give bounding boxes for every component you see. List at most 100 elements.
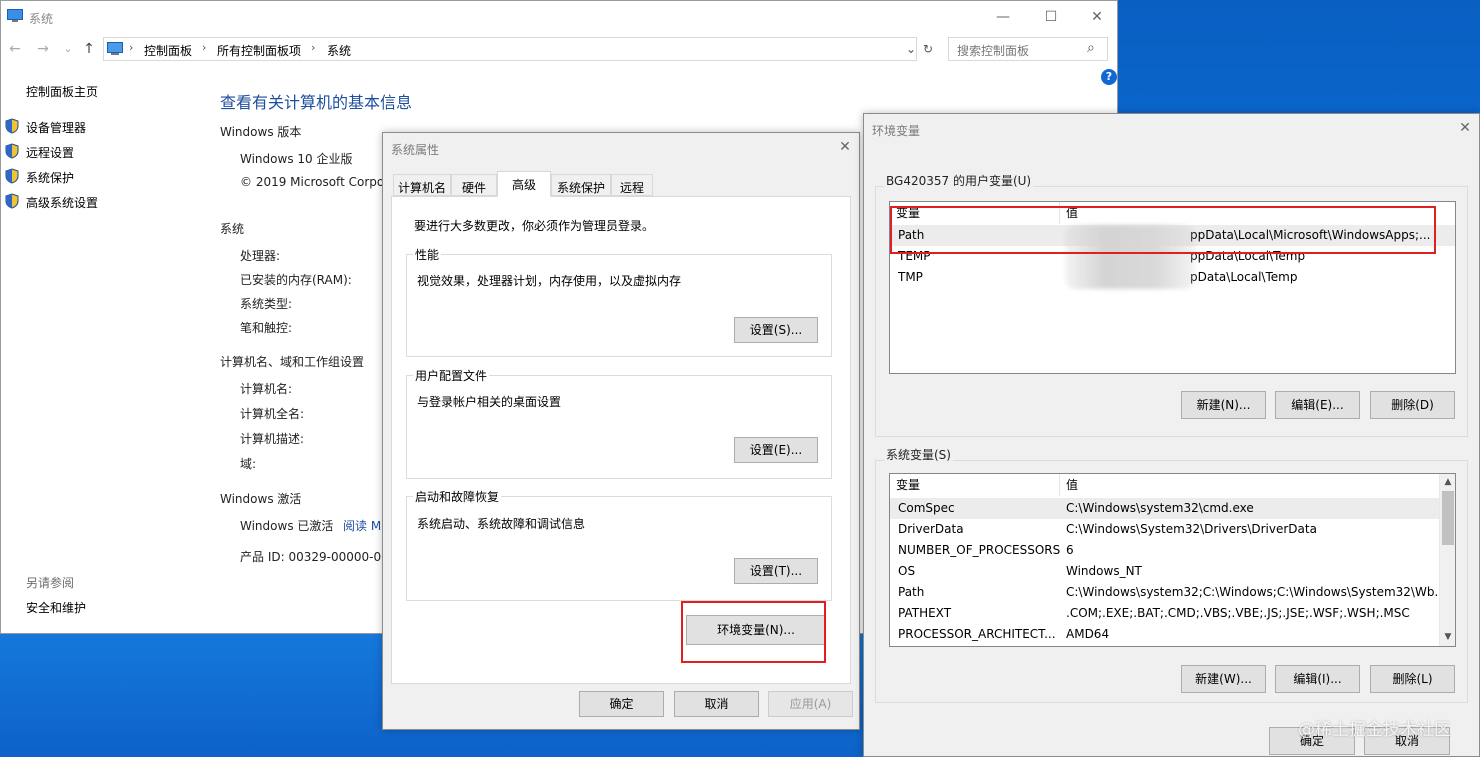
breadcrumb-separator: › xyxy=(202,41,207,54)
startup-recovery-group: 启动和故障恢复 系统启动、系统故障和调试信息 设置(T)... xyxy=(406,488,832,601)
tab-advanced[interactable]: 高级 xyxy=(497,171,551,197)
variable-name: ComSpec xyxy=(898,501,955,515)
tab-remote[interactable]: 远程 xyxy=(611,174,653,196)
breadcrumb-separator: › xyxy=(129,41,134,54)
system-edit-button[interactable]: 编辑(I)... xyxy=(1275,665,1360,693)
full-name-label: 计算机全名: xyxy=(240,407,305,421)
up-button[interactable]: ↑ xyxy=(80,39,98,59)
security-maintenance-link[interactable]: 安全和维护 xyxy=(26,599,86,616)
system-variables-title: 系统变量(S) xyxy=(884,446,953,463)
shield-icon xyxy=(5,168,19,184)
table-row[interactable]: PATHEXT .COM;.EXE;.BAT;.CMD;.VBS;.VBE;.J… xyxy=(890,603,1439,624)
pen-touch-label: 笔和触控: xyxy=(240,321,293,335)
scroll-thumb[interactable] xyxy=(1442,491,1454,545)
close-button[interactable]: ✕ xyxy=(834,137,856,157)
system-heading: 系统 xyxy=(220,222,245,236)
performance-group: 性能 视觉效果，处理器计划，内存使用，以及虚拟内存 设置(S)... xyxy=(406,246,832,357)
close-button[interactable]: ✕ xyxy=(1086,7,1108,27)
user-delete-button[interactable]: 删除(D) xyxy=(1370,391,1455,419)
sidebar-item-advanced-settings[interactable]: 高级系统设置 xyxy=(26,194,98,211)
variable-name: Path xyxy=(898,585,925,599)
variable-value: pData\Local\Temp xyxy=(1190,270,1298,284)
sidebar-item-system-protection[interactable]: 系统保护 xyxy=(26,169,74,186)
profile-settings-button[interactable]: 设置(E)... xyxy=(734,437,818,463)
search-icon: ⌕ xyxy=(1087,40,1095,56)
forward-button[interactable]: → xyxy=(34,39,52,59)
variable-value: C:\Windows\system32\cmd.exe xyxy=(1066,501,1254,515)
system-type-label: 系统类型: xyxy=(240,297,293,311)
environment-variables-dialog: 环境变量 ✕ BG420357 的用户变量(U) 变量 值 Path ppDat… xyxy=(863,113,1480,757)
table-row[interactable]: NUMBER_OF_PROCESSORS 6 xyxy=(890,540,1439,561)
highlight-box xyxy=(681,601,826,663)
sidebar-item-device-manager[interactable]: 设备管理器 xyxy=(26,119,86,136)
ok-button[interactable]: 确定 xyxy=(579,691,664,717)
breadcrumb-all-items[interactable]: 所有控制面板项 xyxy=(217,42,301,59)
variable-value: Windows_NT xyxy=(1066,564,1142,578)
minimize-button[interactable]: — xyxy=(992,7,1014,27)
dialog-title: 系统属性 xyxy=(391,143,440,157)
highlight-box xyxy=(890,206,1436,254)
system-new-button[interactable]: 新建(W)... xyxy=(1181,665,1266,693)
user-edit-button[interactable]: 编辑(E)... xyxy=(1275,391,1360,419)
search-placeholder: 搜索控制面板 xyxy=(957,44,1030,58)
apply-button[interactable]: 应用(A) xyxy=(768,691,853,717)
variable-name: DriverData xyxy=(898,522,964,536)
column-header-variable[interactable]: 变量 xyxy=(890,474,1060,496)
activation-heading: Windows 激活 xyxy=(220,492,302,506)
user-new-button[interactable]: 新建(N)... xyxy=(1181,391,1266,419)
sidebar-item-remote-settings[interactable]: 远程设置 xyxy=(26,144,74,161)
breadcrumb-system[interactable]: 系统 xyxy=(327,42,351,59)
address-bar[interactable]: › 控制面板 › 所有控制面板项 › 系统 ⌄ xyxy=(103,37,917,61)
copyright-text: © 2019 Microsoft Corpo xyxy=(240,175,385,189)
breadcrumb-separator: › xyxy=(311,41,316,54)
sidebar-home-link[interactable]: 控制面板主页 xyxy=(26,83,98,100)
column-header-value[interactable]: 值 xyxy=(1060,474,1439,496)
user-profiles-group: 用户配置文件 与登录帐户相关的桌面设置 设置(E)... xyxy=(406,367,832,479)
group-title: 用户配置文件 xyxy=(413,367,490,384)
help-icon[interactable]: ? xyxy=(1101,69,1117,85)
search-input[interactable]: 搜索控制面板 ⌕ xyxy=(948,37,1108,61)
table-row[interactable]: OS Windows_NT xyxy=(890,561,1439,582)
close-button[interactable]: ✕ xyxy=(1454,118,1476,138)
watermark-text: @稀土掘金技术社区 xyxy=(1298,720,1451,740)
group-description: 与登录帐户相关的桌面设置 xyxy=(417,395,562,409)
back-button[interactable]: ← xyxy=(6,39,24,59)
startup-settings-button[interactable]: 设置(T)... xyxy=(734,558,818,584)
table-row[interactable]: Path C:\Windows\system32;C:\Windows;C:\W… xyxy=(890,582,1439,603)
shield-icon xyxy=(5,143,19,159)
tab-system-protection[interactable]: 系统保护 xyxy=(551,174,611,196)
variable-value: AMD64 xyxy=(1066,627,1110,641)
variable-name: OS xyxy=(898,564,916,578)
vertical-scrollbar[interactable]: ▲ ▼ xyxy=(1439,474,1455,646)
variable-value: .COM;.EXE;.BAT;.CMD;.VBS;.VBE;.JS;.JSE;.… xyxy=(1066,606,1410,620)
license-link[interactable]: 阅读 M xyxy=(343,517,381,534)
tab-hardware[interactable]: 硬件 xyxy=(451,174,497,196)
scroll-down-arrow[interactable]: ▼ xyxy=(1440,629,1455,645)
ram-label: 已安装的内存(RAM): xyxy=(240,273,352,287)
admin-note: 要进行大多数更改，你必须作为管理员登录。 xyxy=(414,219,655,233)
performance-settings-button[interactable]: 设置(S)... xyxy=(734,317,818,343)
system-properties-dialog: 系统属性 ✕ 计算机名 硬件 高级 系统保护 远程 要进行大多数更改，你必须作为… xyxy=(382,132,860,730)
table-row[interactable]: DriverData C:\Windows\System32\Drivers\D… xyxy=(890,519,1439,540)
see-also-heading: 另请参阅 xyxy=(26,576,75,590)
activation-status: Windows 已激活 xyxy=(240,519,334,533)
table-row[interactable]: PROCESSOR_ARCHITECT... AMD64 xyxy=(890,624,1439,645)
breadcrumb-control-panel[interactable]: 控制面板 xyxy=(144,42,192,59)
tab-computer-name[interactable]: 计算机名 xyxy=(393,174,451,196)
cancel-button[interactable]: 取消 xyxy=(674,691,759,717)
recent-dropdown-button[interactable]: ⌄ xyxy=(59,39,77,59)
window-title: 系统 xyxy=(29,12,54,26)
scroll-up-arrow[interactable]: ▲ xyxy=(1440,474,1455,490)
system-variables-list[interactable]: 变量 值 ComSpec C:\Windows\system32\cmd.exe… xyxy=(889,473,1456,647)
variable-name: PROCESSOR_ARCHITECT... xyxy=(898,627,1056,641)
computer-icon xyxy=(7,9,23,22)
variable-name: NUMBER_OF_PROCESSORS xyxy=(898,543,1061,557)
control-panel-icon xyxy=(107,42,123,55)
refresh-icon[interactable]: ↻ xyxy=(918,39,938,59)
variable-value: C:\Windows\System32\Drivers\DriverData xyxy=(1066,522,1317,536)
computer-name-label: 计算机名: xyxy=(240,382,293,396)
maximize-button[interactable]: ☐ xyxy=(1040,7,1062,27)
system-delete-button[interactable]: 删除(L) xyxy=(1370,665,1455,693)
table-row[interactable]: ComSpec C:\Windows\system32\cmd.exe xyxy=(890,498,1439,519)
title-bar[interactable]: 系统 — ☐ ✕ xyxy=(1,1,1117,33)
